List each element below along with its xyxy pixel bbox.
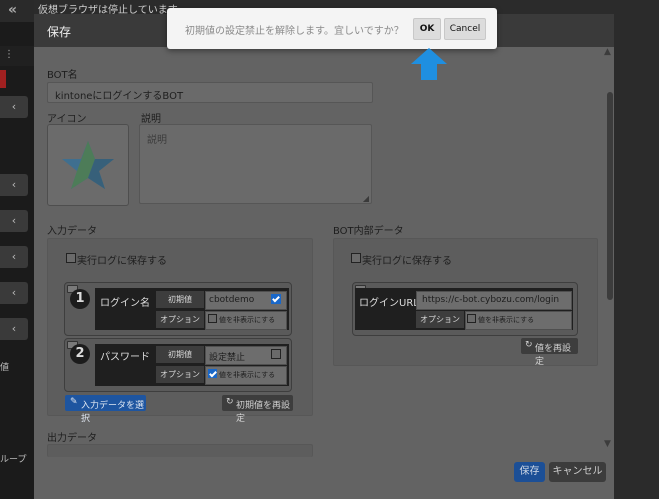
- ok-button[interactable]: OK: [413, 18, 441, 40]
- scrollbar-thumb[interactable]: [607, 92, 613, 300]
- input-data-label: 入力データ: [47, 226, 97, 237]
- item-number: 2: [70, 344, 90, 364]
- bot-name-label: BOT名: [47, 70, 78, 81]
- item-number: 1: [70, 289, 90, 309]
- input-item-name: ログイン名: [100, 298, 150, 309]
- option-label: オプション: [416, 311, 464, 328]
- select-input-data-label: 入力データを選択: [81, 401, 145, 424]
- description-placeholder: 説明: [147, 135, 167, 146]
- option-label: オプション: [156, 366, 204, 383]
- icon-label: アイコン: [47, 114, 87, 125]
- sidebar-toggle-5[interactable]: ‹: [0, 282, 28, 304]
- internal-item-name: ログインURL: [359, 298, 419, 309]
- description-field[interactable]: 説明 ◢: [139, 124, 372, 204]
- output-data-panel: [47, 444, 313, 457]
- input-value-text: cbotdemo: [209, 295, 255, 305]
- initial-value-label: 初期値: [156, 291, 204, 308]
- bot-name-field[interactable]: kintoneにログインするBOT: [47, 82, 373, 103]
- sidebar-toggle-2[interactable]: ‹: [0, 174, 28, 196]
- internal-save-log-checkbox[interactable]: [351, 253, 361, 263]
- internal-save-log-label: 実行ログに保存する: [362, 256, 452, 267]
- login-url-field[interactable]: https://c-bot.cybozu.com/login: [416, 291, 572, 310]
- resize-grip-icon[interactable]: ◢: [363, 194, 369, 203]
- modal-title: 保存: [47, 25, 72, 39]
- sidebar-marker: [0, 70, 6, 88]
- select-input-data-button[interactable]: ✎ 入力データを選択: [65, 395, 146, 424]
- star-icon: [62, 141, 114, 189]
- left-sidebar: « ⋮ ‹ ‹ ‹ ‹ ‹ ‹ 値 ループ: [0, 0, 34, 499]
- sidebar-toggle-3[interactable]: ‹: [0, 210, 28, 232]
- grid-icon[interactable]: ⋮: [4, 49, 14, 60]
- refresh-icon: ↻: [226, 397, 234, 407]
- save-button[interactable]: 保存: [514, 462, 545, 482]
- bot-internal-label: BOT内部データ: [333, 226, 404, 237]
- sidebar-toggle-1[interactable]: ‹: [0, 96, 28, 118]
- bot-name-value: kintoneにログインするBOT: [55, 91, 184, 102]
- refresh-icon: ↻: [525, 340, 533, 350]
- reset-initial-label: 初期値を再設定: [236, 401, 291, 424]
- output-data-label: 出力データ: [47, 433, 97, 444]
- input-save-log-checkbox[interactable]: [66, 253, 76, 263]
- input-value-text: 設定禁止: [209, 353, 246, 363]
- input-item-name: パスワード: [100, 352, 150, 363]
- edit-icon: ✎: [70, 397, 78, 407]
- option-label: オプション: [156, 311, 204, 328]
- hide-value-checkbox[interactable]: [208, 314, 217, 323]
- sidebar-toolbar: ⋮: [0, 46, 34, 66]
- confirm-dialog: 初期値の設定禁止を解除します。宜しいですか？ OK Cancel: [167, 8, 497, 49]
- cancel-button[interactable]: キャンセル: [549, 462, 606, 482]
- input-value-checkbox[interactable]: [271, 294, 281, 304]
- hide-value-checkbox[interactable]: [467, 314, 476, 323]
- hide-value-checkbox[interactable]: [208, 369, 217, 378]
- pointer-arrow-icon: [411, 48, 447, 80]
- sidebar-tiny-label: 値: [0, 363, 10, 373]
- sidebar-toggle-4[interactable]: ‹: [0, 246, 28, 268]
- collapse-icon[interactable]: «: [8, 2, 17, 18]
- sidebar-topbar: «: [0, 0, 34, 22]
- reset-value-label: 値を再設定: [535, 344, 572, 367]
- sidebar-toggle-6[interactable]: ‹: [0, 318, 28, 340]
- bot-icon-picker[interactable]: [47, 124, 129, 206]
- login-url-value: https://c-bot.cybozu.com/login: [422, 295, 560, 305]
- initial-value-label: 初期値: [156, 346, 204, 363]
- input-value-checkbox[interactable]: [271, 349, 281, 359]
- dialog-cancel-button[interactable]: Cancel: [444, 18, 486, 40]
- scroll-up-icon[interactable]: ▲: [604, 47, 611, 57]
- hide-value-label: 値を非表示にする: [219, 316, 276, 324]
- hide-value-label: 値を非表示にする: [478, 316, 535, 324]
- sidebar-loop-label: ループ: [0, 455, 27, 465]
- reset-value-button[interactable]: ↻ 値を再設定: [521, 338, 578, 367]
- reset-initial-button[interactable]: ↻ 初期値を再設定: [222, 395, 293, 424]
- hide-value-label: 値を非表示にする: [219, 371, 276, 379]
- scroll-down-icon[interactable]: ▼: [604, 439, 611, 449]
- description-label: 説明: [141, 114, 161, 125]
- input-save-log-label: 実行ログに保存する: [77, 256, 167, 267]
- confirm-message: 初期値の設定禁止を解除します。宜しいですか？: [185, 26, 404, 37]
